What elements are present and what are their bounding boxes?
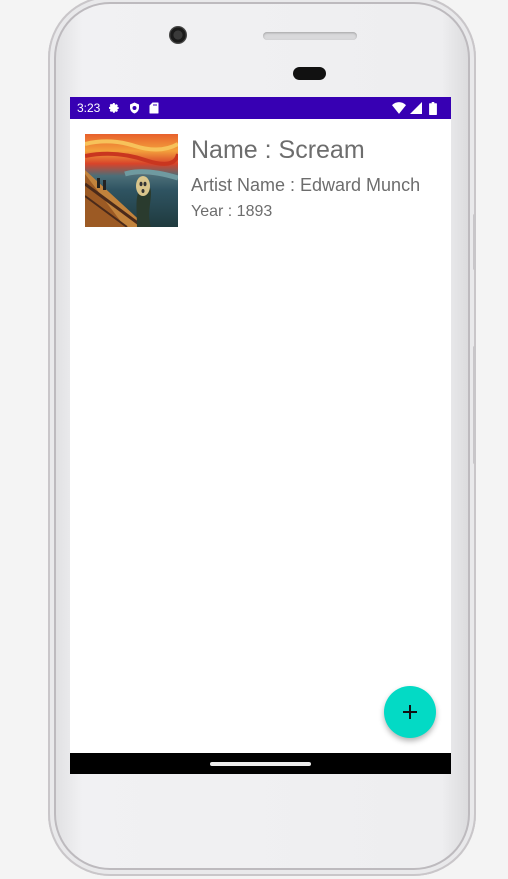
earpiece-speaker <box>263 32 357 40</box>
artwork-thumbnail <box>85 134 178 227</box>
artwork-name: Name : Scream <box>191 136 365 164</box>
artist-name: Artist Name : Edward Munch <box>191 175 421 195</box>
art-list-item[interactable]: Name : Scream Artist Name : Edward Munch… <box>85 134 441 228</box>
settings-icon <box>106 100 122 116</box>
artwork-year: Year : 1893 <box>191 203 273 220</box>
power-button <box>473 346 476 464</box>
home-gesture-handle[interactable] <box>210 762 311 766</box>
volume-button <box>473 214 476 270</box>
shield-icon <box>126 100 142 116</box>
phone-screen: 3:23 Name: Scream Artist Name: Edward … <box>70 97 451 774</box>
add-art-button[interactable] <box>384 686 436 738</box>
front-camera <box>169 26 187 44</box>
navigation-bar <box>70 753 451 774</box>
sd-card-icon <box>146 100 162 116</box>
battery-icon <box>425 100 441 116</box>
status-bar: 3:23 <box>70 97 451 119</box>
proximity-sensor <box>293 67 326 80</box>
signal-icon <box>408 100 424 116</box>
wifi-icon <box>391 100 407 116</box>
status-time: 3:23 <box>77 101 101 115</box>
add-icon <box>403 705 417 719</box>
